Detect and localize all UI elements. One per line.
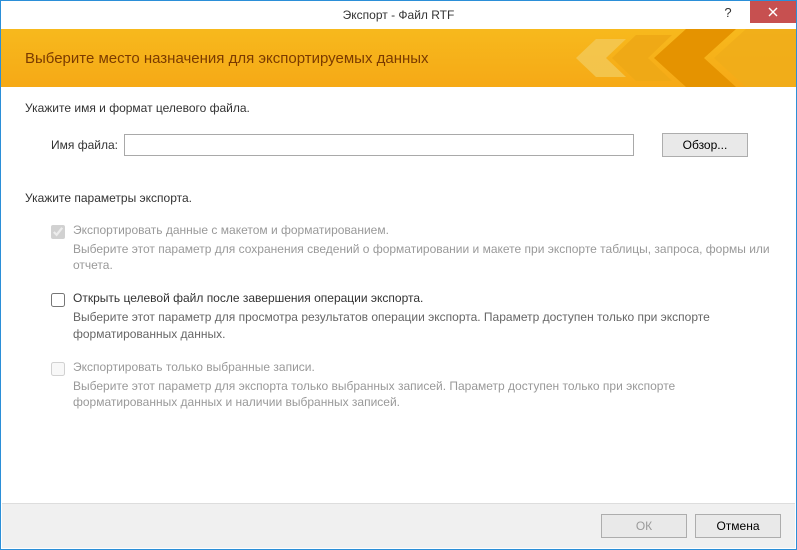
content-area: Укажите имя и формат целевого файла. Имя… — [1, 87, 796, 410]
close-button[interactable] — [750, 1, 796, 23]
option-export-selected-only: Экспортировать только выбранные записи. … — [51, 360, 772, 410]
banner-arrows-icon — [536, 29, 796, 87]
option-label: Экспортировать только выбранные записи. — [73, 360, 772, 374]
option-label: Экспортировать данные с макетом и формат… — [73, 223, 772, 237]
option-label: Открыть целевой файл после завершения оп… — [73, 291, 772, 305]
filename-label: Имя файла: — [51, 138, 118, 152]
option-desc: Выберите этот параметр для просмотра рез… — [73, 309, 772, 341]
dialog-footer: ОК Отмена — [2, 503, 795, 548]
wizard-banner: Выберите место назначения для экспортиру… — [1, 29, 796, 87]
section-options-label: Укажите параметры экспорта. — [25, 191, 772, 205]
export-options: Экспортировать данные с макетом и формат… — [25, 223, 772, 410]
option-open-after-export: Открыть целевой файл после завершения оп… — [51, 291, 772, 341]
option-desc: Выберите этот параметр для сохранения св… — [73, 241, 772, 273]
checkbox-export-selected-only — [51, 362, 65, 376]
titlebar: Экспорт - Файл RTF ? — [1, 1, 796, 29]
close-icon — [768, 7, 778, 17]
checkbox-export-with-layout — [51, 225, 65, 239]
ok-button[interactable]: ОК — [601, 514, 687, 538]
help-icon: ? — [724, 5, 731, 20]
filename-input[interactable] — [124, 134, 634, 156]
window-title: Экспорт - Файл RTF — [343, 8, 455, 22]
browse-button[interactable]: Обзор... — [662, 133, 748, 157]
window-controls: ? — [706, 1, 796, 29]
filename-row: Имя файла: Обзор... — [51, 133, 772, 157]
checkbox-open-after-export[interactable] — [51, 293, 65, 307]
export-dialog: Экспорт - Файл RTF ? Выберите место назн… — [0, 0, 797, 550]
option-desc: Выберите этот параметр для экспорта толь… — [73, 378, 772, 410]
banner-heading: Выберите место назначения для экспортиру… — [25, 50, 429, 67]
help-button[interactable]: ? — [706, 1, 750, 23]
cancel-button[interactable]: Отмена — [695, 514, 781, 538]
option-export-with-layout: Экспортировать данные с макетом и формат… — [51, 223, 772, 273]
section-target-label: Укажите имя и формат целевого файла. — [25, 101, 772, 115]
